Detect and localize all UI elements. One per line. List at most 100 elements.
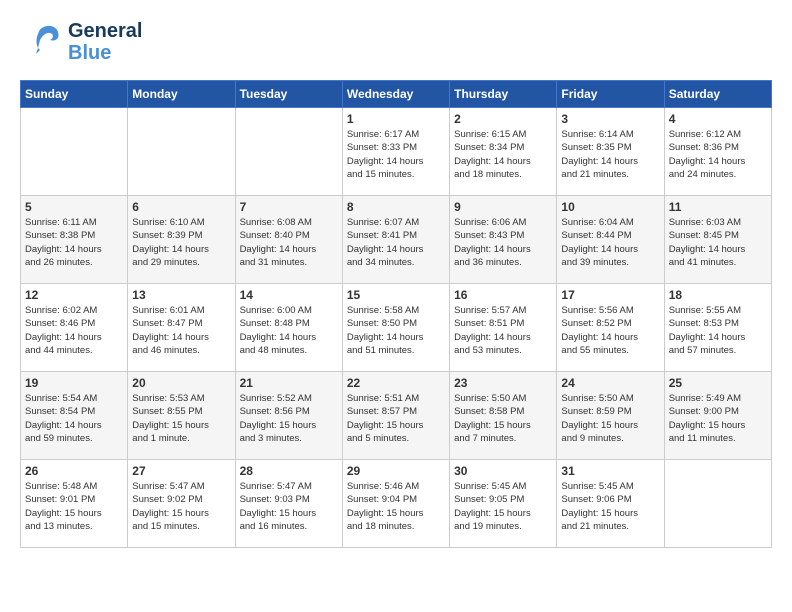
calendar-cell: 1Sunrise: 6:17 AM Sunset: 8:33 PM Daylig… [342, 108, 449, 196]
day-number: 17 [561, 288, 659, 302]
calendar-cell: 22 Sunrise: 5:51 AM Sunset: 8:57 PM Dayli… [342, 372, 449, 460]
calendar-cell: 31 Sunrise: 5:45 AM Sunset: 9:06 PM Dayli… [557, 460, 664, 548]
cell-content: Sunrise: 5:45 AM Sunset: 9:06 PM Dayligh… [561, 480, 659, 533]
day-number: 10 [561, 200, 659, 214]
cell-content: Sunrise: 6:12 AM Sunset: 8:36 PM Dayligh… [669, 128, 767, 181]
day-number: 21 [240, 376, 338, 390]
day-number: 23 [454, 376, 552, 390]
week-row-1: 5Sunrise: 6:11 AM Sunset: 8:38 PM Daylig… [21, 196, 772, 284]
calendar-header: SundayMondayTuesdayWednesdayThursdayFrid… [21, 81, 772, 108]
calendar-cell: 30 Sunrise: 5:45 AM Sunset: 9:05 PM Dayli… [450, 460, 557, 548]
cell-content: Sunrise: 5:47 AM Sunset: 9:03 PM Dayligh… [240, 480, 338, 533]
week-row-0: 1Sunrise: 6:17 AM Sunset: 8:33 PM Daylig… [21, 108, 772, 196]
day-number: 24 [561, 376, 659, 390]
logo-general: General [68, 20, 142, 42]
day-number: 30 [454, 464, 552, 478]
day-number: 6 [132, 200, 230, 214]
day-number: 3 [561, 112, 659, 126]
calendar-cell: 7 Sunrise: 6:08 AM Sunset: 8:40 PM Daylig… [235, 196, 342, 284]
header-day-wednesday: Wednesday [342, 81, 449, 108]
day-number: 4 [669, 112, 767, 126]
day-number: 25 [669, 376, 767, 390]
page-container: General Blue SundayMondayTuesdayWednesda… [20, 20, 772, 548]
day-number: 26 [25, 464, 123, 478]
cell-content: Sunrise: 6:08 AM Sunset: 8:40 PM Dayligh… [240, 216, 338, 269]
calendar-cell: 17 Sunrise: 5:56 AM Sunset: 8:52 PM Dayli… [557, 284, 664, 372]
header-day-saturday: Saturday [664, 81, 771, 108]
calendar-cell: 8Sunrise: 6:07 AM Sunset: 8:41 PM Daylig… [342, 196, 449, 284]
calendar-cell: 12 Sunrise: 6:02 AM Sunset: 8:46 PM Dayli… [21, 284, 128, 372]
day-number: 13 [132, 288, 230, 302]
cell-content: Sunrise: 5:50 AM Sunset: 8:59 PM Dayligh… [561, 392, 659, 445]
header-day-sunday: Sunday [21, 81, 128, 108]
day-number: 8 [347, 200, 445, 214]
calendar-cell: 20 Sunrise: 5:53 AM Sunset: 8:55 PM Dayli… [128, 372, 235, 460]
day-number: 15 [347, 288, 445, 302]
logo-text-wrapper: General Blue [68, 20, 142, 64]
calendar-cell: 5Sunrise: 6:11 AM Sunset: 8:38 PM Daylig… [21, 196, 128, 284]
cell-content: Sunrise: 5:46 AM Sunset: 9:04 PM Dayligh… [347, 480, 445, 533]
day-number: 16 [454, 288, 552, 302]
calendar-cell: 28 Sunrise: 5:47 AM Sunset: 9:03 PM Dayli… [235, 460, 342, 548]
cell-content: Sunrise: 6:02 AM Sunset: 8:46 PM Dayligh… [25, 304, 123, 357]
calendar-cell: 14Sunrise: 6:00 AM Sunset: 8:48 PM Dayli… [235, 284, 342, 372]
day-number: 20 [132, 376, 230, 390]
cell-content: Sunrise: 6:11 AM Sunset: 8:38 PM Dayligh… [25, 216, 123, 269]
cell-content: Sunrise: 5:55 AM Sunset: 8:53 PM Dayligh… [669, 304, 767, 357]
week-row-2: 12 Sunrise: 6:02 AM Sunset: 8:46 PM Dayli… [21, 284, 772, 372]
week-row-3: 19Sunrise: 5:54 AM Sunset: 8:54 PM Dayli… [21, 372, 772, 460]
calendar-cell: 10 Sunrise: 6:04 AM Sunset: 8:44 PM Dayli… [557, 196, 664, 284]
calendar-cell: 4 Sunrise: 6:12 AM Sunset: 8:36 PM Daylig… [664, 108, 771, 196]
cell-content: Sunrise: 6:01 AM Sunset: 8:47 PM Dayligh… [132, 304, 230, 357]
cell-content: Sunrise: 5:51 AM Sunset: 8:57 PM Dayligh… [347, 392, 445, 445]
header-day-thursday: Thursday [450, 81, 557, 108]
day-number: 19 [25, 376, 123, 390]
header-day-monday: Monday [128, 81, 235, 108]
cell-content: Sunrise: 5:56 AM Sunset: 8:52 PM Dayligh… [561, 304, 659, 357]
day-number: 14 [240, 288, 338, 302]
header-day-tuesday: Tuesday [235, 81, 342, 108]
calendar-cell: 2Sunrise: 6:15 AM Sunset: 8:34 PM Daylig… [450, 108, 557, 196]
calendar-cell [235, 108, 342, 196]
cell-content: Sunrise: 5:52 AM Sunset: 8:56 PM Dayligh… [240, 392, 338, 445]
cell-content: Sunrise: 5:47 AM Sunset: 9:02 PM Dayligh… [132, 480, 230, 533]
cell-content: Sunrise: 6:06 AM Sunset: 8:43 PM Dayligh… [454, 216, 552, 269]
calendar: SundayMondayTuesdayWednesdayThursdayFrid… [20, 80, 772, 548]
day-number: 18 [669, 288, 767, 302]
header: General Blue [20, 20, 772, 64]
calendar-cell: 27Sunrise: 5:47 AM Sunset: 9:02 PM Dayli… [128, 460, 235, 548]
day-number: 9 [454, 200, 552, 214]
calendar-cell: 19Sunrise: 5:54 AM Sunset: 8:54 PM Dayli… [21, 372, 128, 460]
header-day-friday: Friday [557, 81, 664, 108]
day-number: 11 [669, 200, 767, 214]
calendar-cell: 3 Sunrise: 6:14 AM Sunset: 8:35 PM Daylig… [557, 108, 664, 196]
cell-content: Sunrise: 5:53 AM Sunset: 8:55 PM Dayligh… [132, 392, 230, 445]
day-number: 22 [347, 376, 445, 390]
cell-content: Sunrise: 5:49 AM Sunset: 9:00 PM Dayligh… [669, 392, 767, 445]
calendar-cell: 21 Sunrise: 5:52 AM Sunset: 8:56 PM Dayli… [235, 372, 342, 460]
day-number: 31 [561, 464, 659, 478]
calendar-cell: 13 Sunrise: 6:01 AM Sunset: 8:47 PM Dayli… [128, 284, 235, 372]
calendar-cell: 15Sunrise: 5:58 AM Sunset: 8:50 PM Dayli… [342, 284, 449, 372]
calendar-cell: 11Sunrise: 6:03 AM Sunset: 8:45 PM Dayli… [664, 196, 771, 284]
cell-content: Sunrise: 5:57 AM Sunset: 8:51 PM Dayligh… [454, 304, 552, 357]
calendar-cell [664, 460, 771, 548]
cell-content: Sunrise: 6:04 AM Sunset: 8:44 PM Dayligh… [561, 216, 659, 269]
day-number: 7 [240, 200, 338, 214]
cell-content: Sunrise: 5:45 AM Sunset: 9:05 PM Dayligh… [454, 480, 552, 533]
day-number: 28 [240, 464, 338, 478]
calendar-cell: 9 Sunrise: 6:06 AM Sunset: 8:43 PM Daylig… [450, 196, 557, 284]
calendar-cell: 6 Sunrise: 6:10 AM Sunset: 8:39 PM Daylig… [128, 196, 235, 284]
logo: General Blue [20, 20, 142, 64]
calendar-cell [21, 108, 128, 196]
day-number: 12 [25, 288, 123, 302]
cell-content: Sunrise: 6:15 AM Sunset: 8:34 PM Dayligh… [454, 128, 552, 181]
cell-content: Sunrise: 6:14 AM Sunset: 8:35 PM Dayligh… [561, 128, 659, 181]
cell-content: Sunrise: 5:48 AM Sunset: 9:01 PM Dayligh… [25, 480, 123, 533]
week-row-4: 26 Sunrise: 5:48 AM Sunset: 9:01 PM Dayli… [21, 460, 772, 548]
calendar-cell: 16 Sunrise: 5:57 AM Sunset: 8:51 PM Dayli… [450, 284, 557, 372]
calendar-cell: 29Sunrise: 5:46 AM Sunset: 9:04 PM Dayli… [342, 460, 449, 548]
calendar-cell: 26 Sunrise: 5:48 AM Sunset: 9:01 PM Dayli… [21, 460, 128, 548]
cell-content: Sunrise: 6:10 AM Sunset: 8:39 PM Dayligh… [132, 216, 230, 269]
cell-content: Sunrise: 6:17 AM Sunset: 8:33 PM Dayligh… [347, 128, 445, 181]
